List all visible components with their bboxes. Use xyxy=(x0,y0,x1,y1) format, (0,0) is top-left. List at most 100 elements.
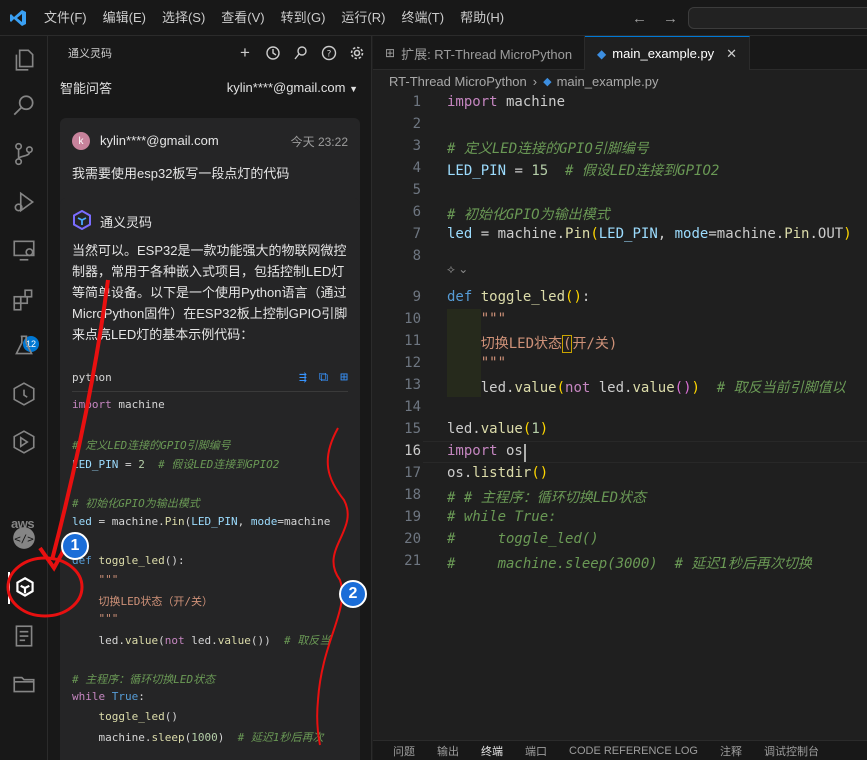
code-line: led.value(not led.value()) # 取反当 xyxy=(72,634,331,647)
copy-code-icon[interactable]: ⧉ xyxy=(319,370,328,385)
command-center-search[interactable] xyxy=(688,7,867,29)
line-number: 1 xyxy=(412,94,421,110)
tab-extension-rt-thread[interactable]: ⊞ 扩展: RT-Thread MicroPython xyxy=(373,36,586,70)
ai-response-line: 等简单设备。以下是一个使用Python语言（通过 xyxy=(72,285,347,300)
account-dropdown[interactable]: kylin****@gmail.com ▼ xyxy=(227,80,358,95)
tab-debug-console[interactable]: 调试控制台 xyxy=(764,743,819,759)
chat-subheader: 智能问答 kylin****@gmail.com ▼ xyxy=(48,70,371,104)
code-line: toggle_led() xyxy=(98,710,178,723)
code-line: # 定义LED连接的GPIO引脚编号 xyxy=(72,439,231,452)
code-line: # 主程序：循环切换LED状态 xyxy=(72,673,216,686)
code-line: """ xyxy=(447,311,507,327)
tongyi-lingma-icon[interactable] xyxy=(8,572,40,604)
code-line: led.value(not led.value()) # 取反当前引脚值以 xyxy=(447,380,846,396)
code-line: # # 主程序：循环切换LED状态 xyxy=(447,490,647,506)
code-line: import os xyxy=(447,443,523,459)
new-file-icon[interactable]: ⊞ xyxy=(340,370,348,385)
menu-view[interactable]: 查看(V) xyxy=(213,0,272,36)
code-line: """ xyxy=(447,355,507,371)
line-number: 10 xyxy=(404,311,421,327)
tab-terminal[interactable]: 终端 xyxy=(481,743,503,759)
avatar: k xyxy=(72,132,90,150)
code-line: led = machine.Pin(LED_PIN, mode=machine xyxy=(72,515,331,528)
python-file-icon: ◆ xyxy=(543,75,552,88)
forward-arrow-icon[interactable]: → xyxy=(663,10,678,27)
tab-problems[interactable]: 问题 xyxy=(393,743,415,759)
menu-go[interactable]: 转到(G) xyxy=(273,0,334,36)
annotation-badge-2: 2 xyxy=(339,580,367,608)
line-number: 9 xyxy=(412,289,421,305)
ai-message-card: 通义灵码 当然可以。ESP32是一款功能强大的物联网微控 制器，常用于各种嵌入式… xyxy=(60,198,360,760)
tab-ports[interactable]: 端口 xyxy=(525,743,547,759)
insert-code-icon[interactable]: ⇶ xyxy=(299,370,307,385)
annotation-badge-1: 1 xyxy=(61,532,89,560)
tongyi-codelens-icon[interactable]: ⟡ ⌄ xyxy=(447,262,468,277)
svg-text:?: ? xyxy=(327,50,332,60)
close-icon[interactable]: ✕ xyxy=(726,46,737,62)
line-number: 15 xyxy=(404,421,421,437)
code-line: led.value(1) xyxy=(447,421,549,437)
smart-qa-label: 智能问答 xyxy=(60,80,113,96)
code-line: # 初始化GPIO为输出模式 xyxy=(447,207,610,223)
ai-response-line: 来点亮LED灯的基本示例代码： xyxy=(72,327,254,342)
back-arrow-icon[interactable]: ← xyxy=(632,10,647,27)
line-number: 16 xyxy=(404,443,421,459)
svg-text:</>: </> xyxy=(14,532,34,545)
editor-tabs: ⊞ 扩展: RT-Thread MicroPython ◆ main_examp… xyxy=(373,36,867,70)
line-number: 8 xyxy=(412,248,421,264)
caret-down-icon: ▼ xyxy=(349,83,358,94)
code-line: # while True: xyxy=(447,509,557,525)
tab-main-example[interactable]: ◆ main_example.py ✕ xyxy=(585,36,751,70)
line-number: 5 xyxy=(412,182,421,198)
code-line: import machine xyxy=(447,94,566,110)
activity-bar: 12 aws </> xyxy=(0,36,48,760)
codewhisperer-chat-icon[interactable]: </> xyxy=(10,524,38,552)
source-control-icon[interactable] xyxy=(10,140,38,168)
breadcrumb: RT-Thread MicroPython › ◆ main_example.p… xyxy=(373,70,867,92)
chevron-right-icon: › xyxy=(532,73,538,89)
menu-edit[interactable]: 编辑(E) xyxy=(95,0,154,36)
code-line: 切换LED状态(开/关) xyxy=(480,335,618,353)
menu-help[interactable]: 帮助(H) xyxy=(452,0,512,36)
menu-run[interactable]: 运行(R) xyxy=(333,0,393,36)
title-bar: 文件(F) 编辑(E) 选择(S) 查看(V) 转到(G) 运行(R) 终端(T… xyxy=(0,0,867,36)
explorer-icon[interactable] xyxy=(10,46,38,74)
settings-gear-icon[interactable] xyxy=(348,44,366,62)
testing-flask-icon[interactable] xyxy=(10,332,38,360)
tab-code-reference-log[interactable]: CODE REFERENCE LOG xyxy=(569,745,698,757)
ai-response-line: MicroPython固件）在ESP32板上控制GPIO引脚 xyxy=(72,306,348,321)
extensions-icon[interactable] xyxy=(10,286,38,314)
history-icon[interactable] xyxy=(264,44,282,62)
ai-response-text: 当然可以。ESP32是一款功能强大的物联网微控 制器，常用于各种嵌入式项目，包括… xyxy=(72,240,352,345)
line-number: 17 xyxy=(404,465,421,481)
menu-terminal[interactable]: 终端(T) xyxy=(393,0,452,36)
account-label: kylin****@gmail.com xyxy=(226,79,346,95)
run-debug-icon[interactable] xyxy=(10,188,38,216)
code-line: # machine.sleep(3000) # 延迟1秒后再次切换 xyxy=(447,556,812,572)
tab-output[interactable]: 输出 xyxy=(437,743,459,759)
breadcrumb-file[interactable]: main_example.py xyxy=(557,74,659,89)
feedback-icon[interactable] xyxy=(292,44,310,62)
code-line: import machine xyxy=(72,398,165,411)
code-line: LED_PIN = 2 # 假设LED连接到GPIO2 xyxy=(72,458,280,471)
menu-file[interactable]: 文件(F) xyxy=(36,0,95,36)
ai-response-line: 当然可以。ESP32是一款功能强大的物联网微控 xyxy=(72,243,347,258)
line-number: 19 xyxy=(404,509,421,525)
rt-thread-icon[interactable] xyxy=(10,428,38,456)
remote-explorer-icon[interactable] xyxy=(10,236,38,264)
folder-icon[interactable] xyxy=(10,670,38,698)
gitlens-icon[interactable] xyxy=(10,380,38,408)
search-icon[interactable] xyxy=(10,92,38,120)
code-editor[interactable]: 1 2 3 4 5 6 7 8 9 10 11 12 13 14 15 16 1… xyxy=(373,92,867,740)
new-chat-plus-icon[interactable]: + xyxy=(236,43,254,62)
menu-selection[interactable]: 选择(S) xyxy=(154,0,213,36)
line-number: 20 xyxy=(404,531,421,547)
code-line: """ xyxy=(72,612,119,625)
line-number: 13 xyxy=(404,377,421,393)
tab-label: 扩展: RT-Thread MicroPython xyxy=(401,46,573,62)
breadcrumb-folder[interactable]: RT-Thread MicroPython xyxy=(389,74,527,89)
notebook-icon[interactable] xyxy=(10,622,38,650)
tab-comments[interactable]: 注释 xyxy=(720,743,742,759)
help-icon[interactable]: ? xyxy=(320,44,338,62)
code-line: def toggle_led(): xyxy=(72,554,185,567)
